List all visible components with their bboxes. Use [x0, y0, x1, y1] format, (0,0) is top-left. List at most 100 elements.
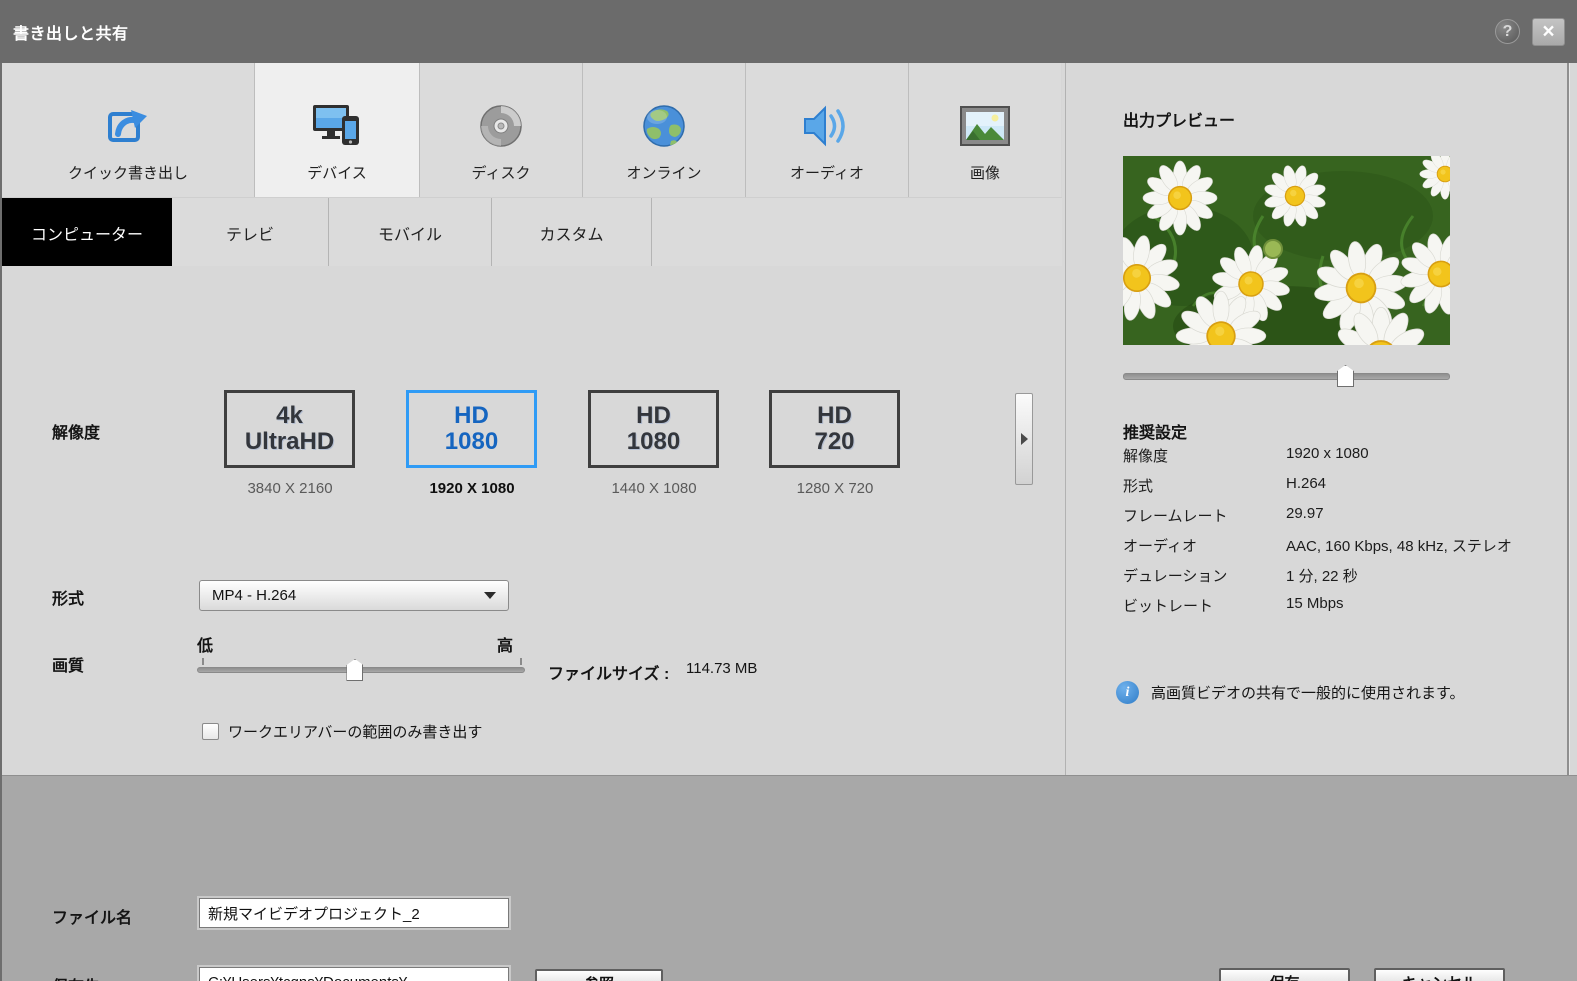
preview-slider-thumb[interactable] — [1337, 365, 1354, 387]
work-area-checkbox[interactable] — [202, 723, 219, 740]
devices-icon — [311, 100, 363, 152]
dialog-titlebar: 書き出しと共有 ? × — [0, 0, 1577, 63]
save-to-label: 保存先 — [52, 973, 100, 981]
tab-devices[interactable]: デバイス — [255, 63, 420, 197]
quality-slider-thumb[interactable] — [346, 659, 364, 681]
preset-title: HD — [636, 402, 671, 429]
work-area-checkbox-label: ワークエリアバーの範囲のみ書き出す — [228, 724, 483, 741]
close-icon[interactable]: × — [1532, 17, 1565, 46]
rec-row-audio: オーディオ AAC, 160 Kbps, 48 kHz, ステレオ — [1123, 535, 1563, 556]
save-to-input[interactable] — [199, 967, 509, 981]
tab-label: デバイス — [307, 165, 367, 182]
output-preview-panel: 出力プレビュー 推奨設定 解像度 1920 x 1080 形式 H.264 フレ… — [1065, 63, 1577, 775]
rec-row-bitrate: ビットレート 15 Mbps — [1123, 595, 1563, 616]
tab-label: ディスク — [471, 165, 531, 182]
save-button[interactable]: 保存 — [1219, 968, 1350, 981]
tab-image[interactable]: 画像 — [909, 63, 1061, 197]
rec-label: ビットレート — [1123, 598, 1214, 615]
audio-icon — [801, 100, 853, 152]
tab-label: オーディオ — [790, 165, 864, 182]
dialog-title: 書き出しと共有 — [13, 25, 129, 43]
rec-value: 15 Mbps — [1286, 595, 1344, 612]
preset-caption: 1440 X 1080 — [611, 480, 697, 497]
preset-hd720[interactable]: HD 720 — [769, 390, 900, 468]
preset-title: 4k — [276, 402, 303, 429]
chevron-down-icon — [484, 592, 496, 599]
rec-label: フレームレート — [1123, 508, 1228, 525]
format-value: MP4 - H.264 — [212, 587, 297, 604]
preset-4k-ultrahd[interactable]: 4k UltraHD — [224, 390, 355, 468]
quality-label: 画質 — [52, 658, 85, 675]
preset-caption: 1280 X 720 — [796, 480, 874, 497]
device-category-tabs: コンピューター テレビ モバイル カスタム — [2, 197, 1062, 267]
rec-row-framerate: フレームレート 29.97 — [1123, 505, 1563, 526]
file-size-label: ファイルサイズ : — [548, 666, 670, 683]
preset-caption: 3840 X 2160 — [247, 480, 333, 497]
rec-value: AAC, 160 Kbps, 48 kHz, ステレオ — [1286, 538, 1512, 555]
panel-edge-divider — [1567, 63, 1569, 775]
preset-title: 720 — [814, 428, 855, 455]
preset-title: 1080 — [626, 428, 681, 455]
disc-icon — [478, 100, 524, 152]
subtab-filler — [652, 198, 1062, 267]
tab-label: オンライン — [626, 165, 702, 182]
subtab-computer[interactable]: コンピューター — [2, 198, 172, 267]
tab-disc[interactable]: ディスク — [420, 63, 583, 197]
output-preview-title: 出力プレビュー — [1123, 113, 1236, 130]
preset-title: HD — [454, 402, 489, 429]
preset-title: HD — [817, 402, 852, 429]
tab-label: クイック書き出し — [67, 165, 188, 182]
tab-label: 画像 — [969, 165, 1000, 182]
preview-slider-track[interactable] — [1123, 365, 1450, 387]
subtab-tv[interactable]: テレビ — [172, 198, 329, 267]
rec-value: 1 分, 22 秒 — [1286, 568, 1358, 585]
rec-label: 解像度 — [1123, 448, 1169, 465]
preset-scroll-right-button[interactable] — [1015, 393, 1033, 485]
image-icon — [960, 100, 1010, 152]
preset-title: 1080 — [444, 428, 499, 455]
slider-tick — [202, 658, 204, 665]
preview-image — [1123, 156, 1450, 345]
rec-row-format: 形式 H.264 — [1123, 475, 1563, 496]
help-icon[interactable]: ? — [1495, 19, 1520, 44]
info-icon: i — [1116, 681, 1139, 704]
rec-value: 29.97 — [1286, 505, 1324, 522]
export-share-dialog: クイック書き出し デバイス ディスク オンライン オーディオ 画像 コンピュータ… — [0, 63, 1577, 981]
rec-value: H.264 — [1286, 475, 1327, 492]
rec-label: デュレーション — [1123, 568, 1228, 585]
preset-caption: 1920 X 1080 — [429, 480, 515, 497]
rec-label: 形式 — [1123, 478, 1154, 495]
preset-hd1080-1920[interactable]: HD 1080 — [406, 390, 537, 468]
usage-note-text: 高画質ビデオの共有で一般的に使用されます。 — [1151, 685, 1465, 702]
format-select[interactable]: MP4 - H.264 — [199, 580, 509, 611]
quality-high-label: 高 — [497, 638, 514, 655]
rec-row-resolution: 解像度 1920 x 1080 — [1123, 445, 1563, 466]
file-size-value: 114.73 MB — [686, 660, 758, 677]
subtab-custom[interactable]: カスタム — [492, 198, 652, 267]
tab-audio[interactable]: オーディオ — [746, 63, 909, 197]
online-icon — [641, 100, 687, 152]
chevron-right-icon — [1020, 433, 1028, 445]
resolution-label: 解像度 — [52, 425, 101, 442]
preset-title: UltraHD — [244, 428, 335, 455]
browse-button[interactable]: 参照 — [535, 969, 663, 981]
tab-online[interactable]: オンライン — [583, 63, 746, 197]
subtab-mobile[interactable]: モバイル — [329, 198, 492, 267]
quality-low-label: 低 — [197, 638, 214, 655]
slider-tick — [520, 658, 522, 665]
work-area-option: ワークエリアバーの範囲のみ書き出す — [202, 721, 482, 742]
quick-export-icon — [105, 100, 151, 152]
rec-row-duration: デュレーション 1 分, 22 秒 — [1123, 565, 1563, 586]
preset-hd1080-1440[interactable]: HD 1080 — [588, 390, 719, 468]
recommended-settings-title: 推奨設定 — [1123, 425, 1188, 442]
recommended-settings-list: 解像度 1920 x 1080 形式 H.264 フレームレート 29.97 オ… — [1123, 445, 1563, 625]
tab-quick-export[interactable]: クイック書き出し — [2, 63, 255, 197]
file-name-input[interactable] — [199, 898, 509, 928]
usage-note: i 高画質ビデオの共有で一般的に使用されます。 — [1116, 681, 1465, 704]
file-name-label: ファイル名 — [52, 910, 133, 927]
rec-label: オーディオ — [1123, 538, 1197, 555]
quality-slider-track[interactable] — [197, 659, 525, 681]
cancel-button[interactable]: キャンセル — [1374, 968, 1505, 981]
export-target-tabs: クイック書き出し デバイス ディスク オンライン オーディオ 画像 — [2, 63, 1062, 197]
export-settings-panel: 解像度 4k UltraHD 3840 X 2160 HD 1080 1920 … — [2, 266, 1065, 838]
